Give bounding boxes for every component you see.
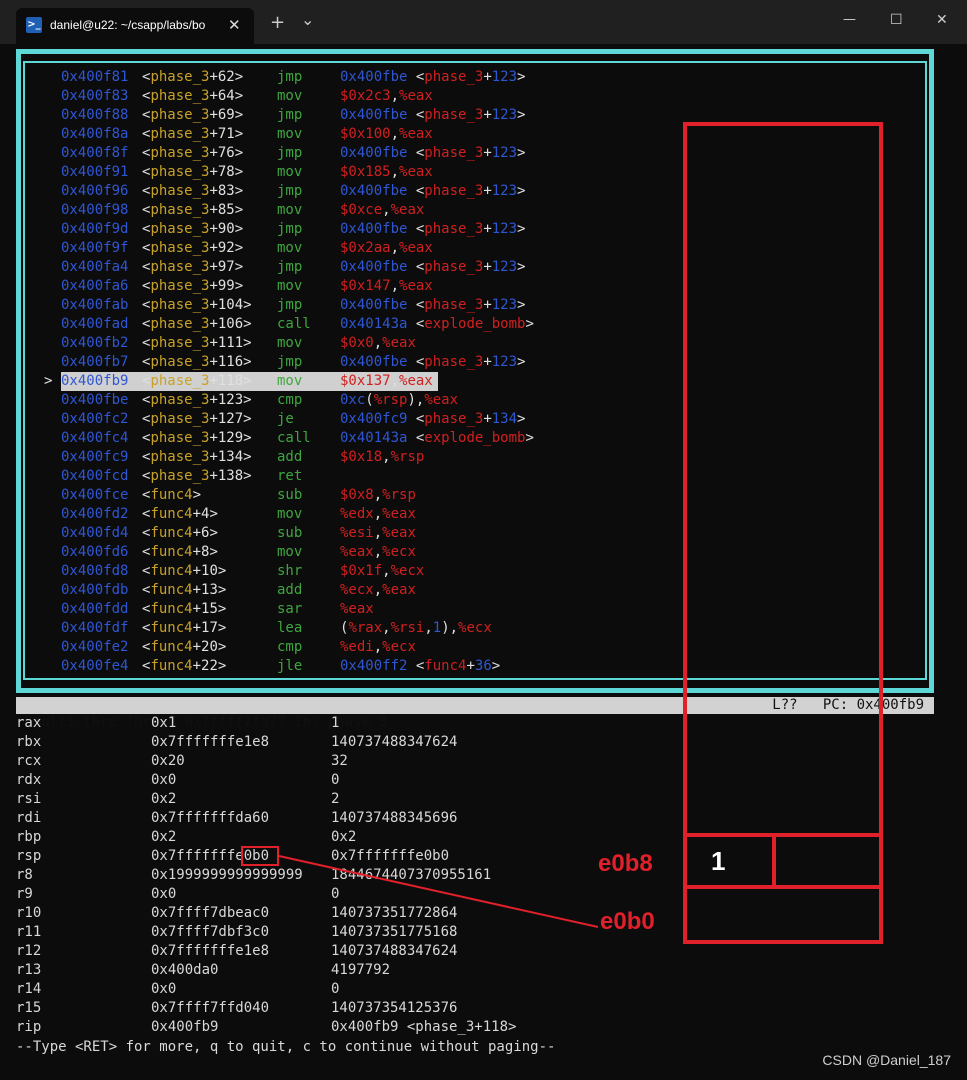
csdn-watermark: CSDN @Daniel_187 (822, 1052, 951, 1068)
annotation-arrow-line (278, 855, 599, 928)
